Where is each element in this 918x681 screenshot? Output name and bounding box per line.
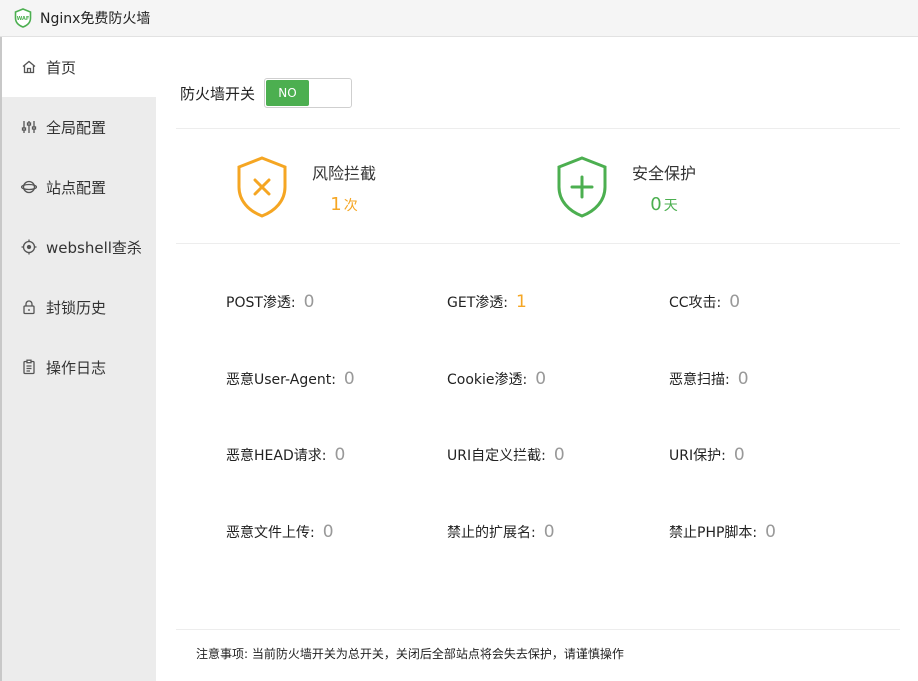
stat-malicious-head-request: 恶意HEAD请求: 0 [226,445,345,465]
stat-value: 0 [343,369,355,389]
stat-label: CC攻击: [669,295,722,311]
risk-block-value: 1 [330,193,342,215]
safe-protect-value: 0 [650,193,662,215]
sidebar-item-label: 全局配置 [46,118,107,137]
title-bar: WAF Nginx免费防火墙 [0,0,918,37]
lock-icon [20,298,38,316]
waf-shield-logo-icon: WAF [14,8,32,28]
stat-value: 0 [737,369,749,389]
stat-uri-protection: URI保护: 0 [669,445,745,465]
risk-block-unit: 次 [343,197,358,214]
stat-post-injection: POST渗透: 0 [226,292,314,312]
stat-get-injection: GET渗透: 1 [447,292,527,312]
risk-block-value-line: 1次 [312,194,376,215]
stat-forbidden-php-script: 禁止PHP脚本: 0 [669,522,776,542]
safe-protect-label: 安全保护 [632,163,697,183]
stat-label: 禁止PHP脚本: [669,525,758,541]
stat-label: 恶意扫描: [669,372,730,388]
stat-value: 0 [733,445,745,465]
target-icon [20,238,38,256]
notice-text: 注意事项: 当前防火墙开关为总开关，关闭后全部站点将会失去保护，请谨慎操作 [196,647,624,661]
shield-plus-icon [557,156,607,218]
stat-value: 0 [303,292,315,312]
window-title: Nginx免费防火墙 [40,11,151,27]
firewall-switch-row: 防火墙开关 NO [180,78,353,108]
clipboard-icon [20,358,38,376]
stat-value: 0 [543,522,555,542]
sidebar-item-webshell-scan[interactable]: webshell查杀 [2,217,156,277]
divider-bottom [176,629,900,630]
risk-block-summary: 风险拦截 1次 [234,155,376,219]
sidebar-item-label: 站点配置 [46,178,107,197]
stat-label: POST渗透: [226,295,296,311]
logo-text: WAF [17,16,30,22]
sliders-icon [20,118,38,136]
home-icon [20,58,38,76]
safe-protect-text: 安全保护 0天 [632,160,696,215]
stat-label: 恶意HEAD请求: [226,448,327,464]
stat-label: 禁止的扩展名: [447,525,536,541]
sidebar-item-block-history[interactable]: 封锁历史 [2,277,156,337]
divider-middle [176,243,900,244]
risk-block-text: 风险拦截 1次 [312,160,376,215]
sidebar-item-site-config[interactable]: 站点配置 [2,157,156,217]
globe-icon [20,178,38,196]
sidebar-item-global-config[interactable]: 全局配置 [2,97,156,157]
sidebar-item-label: 封锁历史 [46,298,107,317]
stat-value: 0 [765,522,776,542]
stat-value: 0 [535,369,547,389]
stat-label: Cookie渗透: [447,372,528,388]
stat-uri-custom-block: URI自定义拦截: 0 [447,445,565,465]
main-content: 防火墙开关 NO 风险拦截 1次 安全保护 0 天 POST渗透: 0 GET渗… [156,37,918,681]
toggle-knob: NO [266,80,310,106]
firewall-switch-label: 防火墙开关 [180,84,256,103]
stat-malicious-user-agent: 恶意User-Agent: 0 [226,369,355,389]
stat-label: URI保护: [669,448,726,464]
stat-label: 恶意文件上传: [226,525,315,541]
stat-value: 0 [553,445,565,465]
sidebar-item-label: 首页 [46,58,77,77]
sidebar-item-home[interactable]: 首页 [2,37,156,97]
safe-protect-unit: 天 [663,197,678,214]
stat-value: 0 [729,292,741,312]
shield-x-icon [237,156,287,218]
app-window: WAF Nginx免费防火墙 首页 全局配置 站点配置 webshell查杀 封… [0,0,918,681]
firewall-toggle[interactable]: NO [264,78,353,108]
stat-label: 恶意User-Agent: [226,372,336,388]
risk-block-label: 风险拦截 [312,163,377,183]
stat-value: 1 [515,292,527,312]
stat-label: URI自定义拦截: [447,448,546,464]
safe-protect-value-line: 0天 [632,194,696,215]
stat-value: 0 [322,522,334,542]
stat-malicious-scan: 恶意扫描: 0 [669,369,749,389]
sidebar-item-operation-log[interactable]: 操作日志 [2,337,156,397]
sidebar-item-label: 操作日志 [46,358,107,377]
stat-forbidden-extension: 禁止的扩展名: 0 [447,522,555,542]
safe-protect-summary: 安全保护 0天 [554,155,696,219]
sidebar-item-label: webshell查杀 [46,238,142,257]
divider-top [176,128,900,129]
sidebar: 首页 全局配置 站点配置 webshell查杀 封锁历史 操作日志 [0,37,156,681]
stat-malicious-file-upload: 恶意文件上传: 0 [226,522,334,542]
stat-cc-attack: CC攻击: 0 [669,292,740,312]
stat-cookie-injection: Cookie渗透: 0 [447,369,546,389]
stat-label: GET渗透: [447,295,508,311]
stat-value: 0 [334,445,346,465]
